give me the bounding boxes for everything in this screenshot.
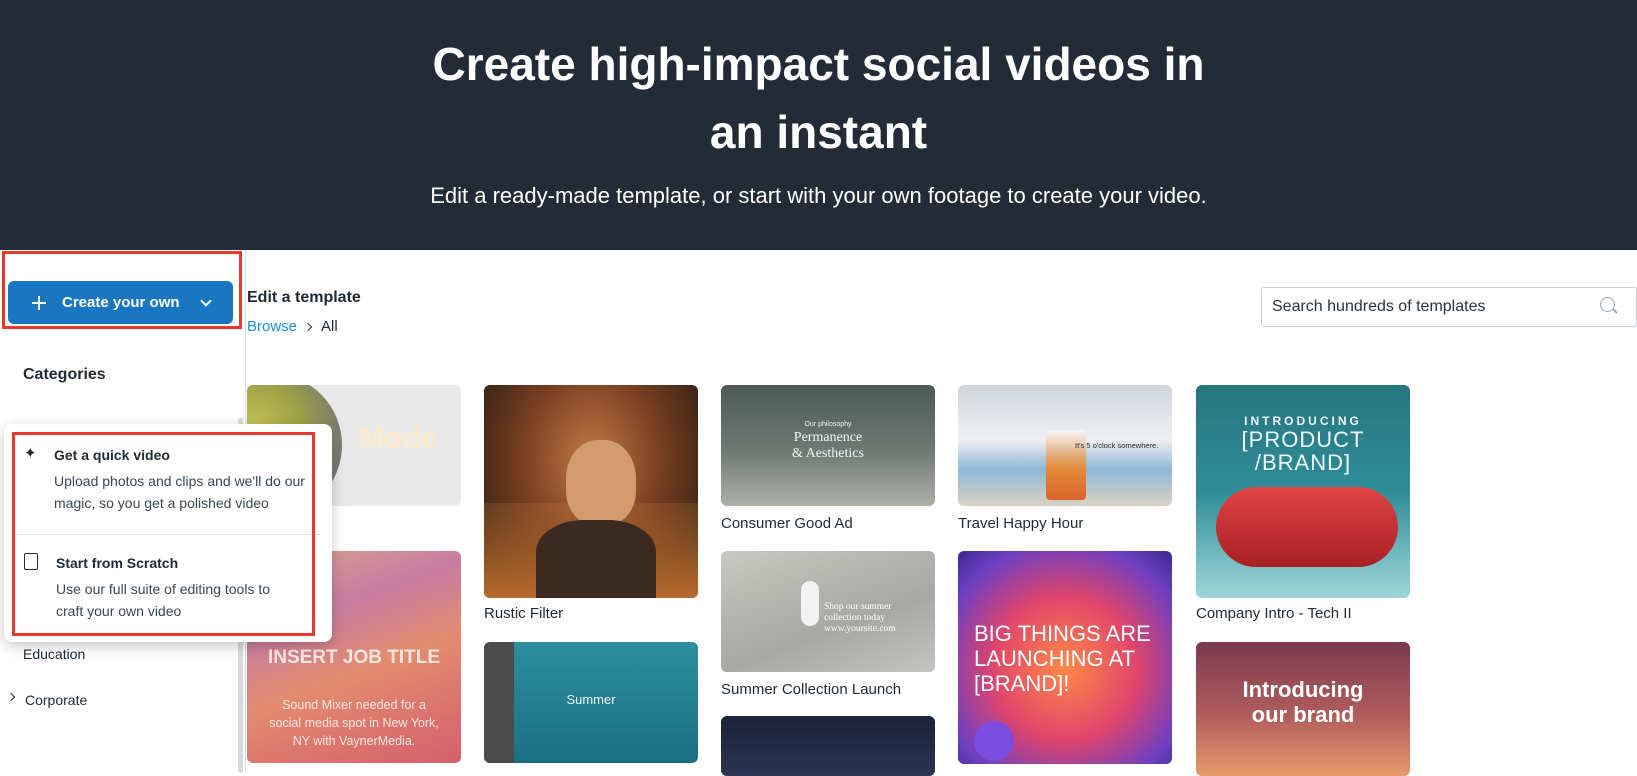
chevron-down-icon	[199, 294, 212, 307]
template-card-company-intro[interactable]: INTRODUCING [PRODUCT /BRAND]	[1196, 385, 1410, 598]
create-your-own-button[interactable]: Create your own	[8, 281, 233, 324]
template-card-summer[interactable]: Summer	[484, 642, 698, 763]
create-dropdown-menu: ✦ Get a quick video Upload photos and cl…	[4, 424, 332, 642]
template-card-intro-brand[interactable]: Introducing our brand	[1196, 642, 1410, 776]
plus-icon	[32, 295, 46, 310]
hero-subtitle: Edit a ready-made template, or start wit…	[430, 183, 1207, 208]
job-desc-text: Sound Mixer needed for a social media sp…	[269, 698, 439, 748]
template-card-travel-happy-hour[interactable]: It's 5 o'clock somewhere.	[958, 385, 1172, 506]
template-label-rustic[interactable]: Rustic Filter	[484, 605, 563, 622]
person-shirt	[536, 520, 656, 598]
menu-item-desc: Use our full suite of editing tools to c…	[56, 581, 271, 619]
breadcrumb: Browse All	[247, 318, 338, 335]
hero-title-line2: an instant	[709, 106, 928, 158]
template-thumb	[974, 721, 1014, 761]
template-thumb	[801, 581, 819, 626]
hero-title: Create high-impact social videos in an i…	[0, 30, 1637, 166]
categories-heading: Categories	[23, 366, 106, 383]
document-icon	[24, 553, 38, 570]
chevron-right-icon[interactable]	[6, 692, 16, 702]
menu-item-title: Get a quick video	[54, 447, 170, 463]
breadcrumb-current: All	[321, 318, 338, 335]
person-face	[566, 440, 636, 525]
template-card-summer-collection[interactable]: Shop our summer collection today www.you…	[721, 551, 935, 672]
template-card-night-sky[interactable]	[721, 716, 935, 776]
company-product-text: [PRODUCT /BRAND]	[1241, 427, 1365, 475]
search-icon[interactable]	[1600, 297, 1615, 312]
template-thumb	[1216, 487, 1398, 567]
big-things-text: BIG THINGS ARE LAUNCHING AT [BRAND]!	[974, 621, 1151, 696]
consumer-small-text: Our philosophy	[804, 421, 852, 428]
menu-item-desc: Upload photos and clips and we'll do our…	[54, 473, 305, 511]
consumer-big-text-2: & Aesthetics	[792, 446, 864, 461]
travel-overlay-text: It's 5 o'clock somewhere.	[1075, 441, 1159, 450]
template-gallery: Edit a template Browse All Mode INSERT J…	[246, 250, 1637, 776]
template-text: Mode	[359, 422, 438, 455]
summer-collection-text: Shop our summer collection today www.you…	[824, 602, 896, 634]
job-title-text: INSERT JOB TITLE	[267, 647, 441, 668]
template-label-consumer[interactable]: Consumer Good Ad	[721, 515, 853, 532]
summer-text: Summer	[566, 692, 616, 707]
sparkle-icon: ✦	[24, 445, 37, 462]
hero-title-line1: Create high-impact social videos in	[432, 38, 1205, 90]
search-input[interactable]	[1261, 287, 1637, 327]
template-label-company[interactable]: Company Intro - Tech II	[1196, 605, 1352, 622]
template-card-consumer-good[interactable]: Our philosophy Permanence & Aesthetics	[721, 385, 935, 506]
template-card-rustic-filter[interactable]	[484, 385, 698, 598]
template-label-summer-collection[interactable]: Summer Collection Launch	[721, 681, 901, 698]
template-label-travel[interactable]: Travel Happy Hour	[958, 515, 1083, 532]
intro-brand-text: Introducing our brand	[1242, 677, 1364, 727]
menu-item-title: Start from Scratch	[56, 555, 179, 571]
consumer-big-text: Permanence	[793, 430, 863, 445]
create-your-own-label: Create your own	[62, 294, 180, 311]
menu-item-start-from-scratch[interactable]: Start from Scratch Use our full suite of…	[4, 535, 332, 642]
company-intro-text: INTRODUCING	[1244, 414, 1362, 428]
hero-banner: Create high-impact social videos in an i…	[0, 0, 1637, 250]
template-card-big-things[interactable]: BIG THINGS ARE LAUNCHING AT [BRAND]!	[958, 551, 1172, 764]
breadcrumb-browse-link[interactable]: Browse	[247, 318, 297, 335]
category-education[interactable]: Education	[23, 646, 85, 662]
menu-item-quick-video[interactable]: ✦ Get a quick video Upload photos and cl…	[4, 424, 332, 534]
chevron-right-icon	[303, 322, 313, 331]
category-corporate[interactable]: Corporate	[25, 692, 87, 708]
section-title: Edit a template	[247, 289, 361, 306]
